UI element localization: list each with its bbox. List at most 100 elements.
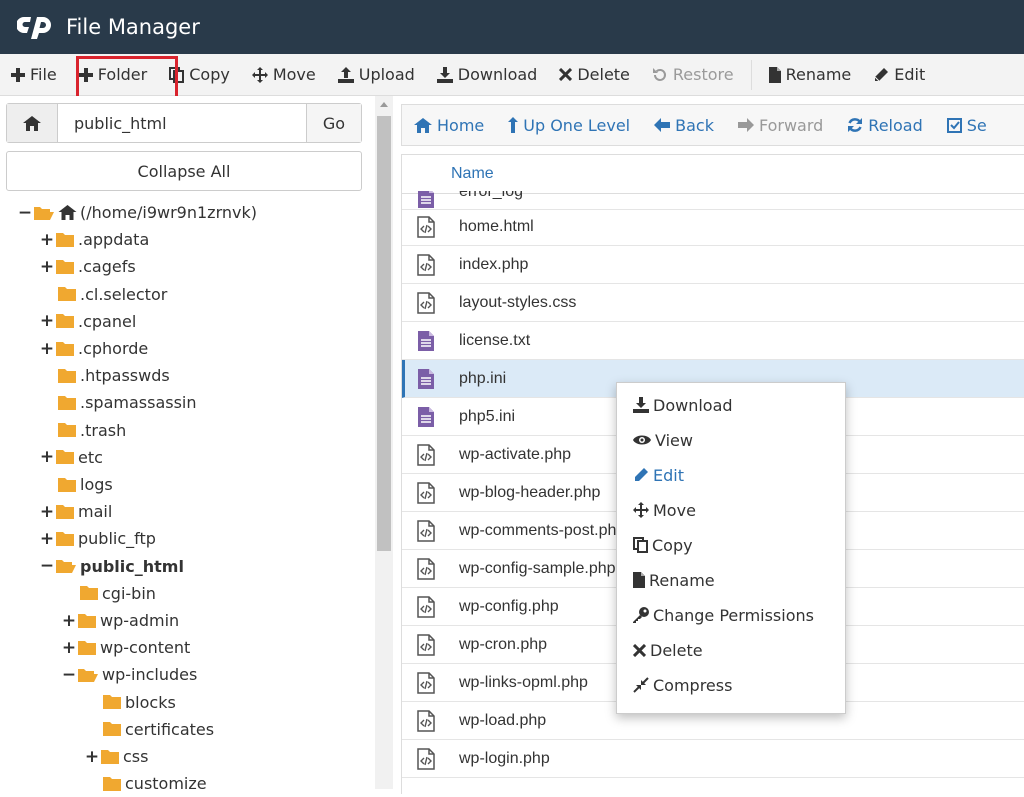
context-change-permissions-item[interactable]: Change Permissions [633, 603, 814, 627]
file-name: license.txt [459, 331, 531, 349]
arrow-up-icon [508, 117, 519, 133]
collapse-icon[interactable]: − [62, 665, 76, 685]
tree-folder[interactable]: − wp-includes [62, 661, 197, 688]
collapse-icon[interactable]: − [40, 556, 54, 576]
collapse-all-button[interactable]: Collapse All [6, 151, 362, 191]
expand-icon[interactable]: + [40, 311, 54, 331]
tree-folder[interactable]: + wp-admin [62, 607, 179, 634]
home-button[interactable]: Home [402, 116, 496, 135]
scroll-up-icon[interactable] [380, 102, 388, 107]
name-column-header[interactable]: Name [402, 154, 1024, 194]
context-download-item[interactable]: Download [633, 393, 733, 417]
tree-folder[interactable]: .trash [40, 417, 126, 444]
tree-folder[interactable]: blocks [85, 689, 176, 716]
expand-icon[interactable]: + [85, 747, 99, 767]
tree-folder-label: .cphorde [78, 339, 149, 358]
delete-button[interactable]: Delete [548, 54, 641, 96]
tree-folder[interactable]: + .appdata [40, 226, 149, 253]
restore-button[interactable]: Restore [641, 54, 745, 96]
forward-button[interactable]: Forward [726, 116, 835, 135]
download-button[interactable]: Download [426, 54, 549, 96]
tree-folder[interactable]: + .cphorde [40, 335, 148, 362]
tree-folder[interactable]: + wp-content [62, 634, 190, 661]
file-row[interactable]: wp-login.php [402, 740, 1024, 778]
toolbar: File Folder Copy Move Upload Download De… [0, 54, 1024, 96]
tree-folder[interactable]: + etc [40, 444, 103, 471]
new-folder-button[interactable]: Folder [68, 54, 158, 96]
copy-button[interactable]: Copy [158, 54, 241, 96]
context-compress-item[interactable]: Compress [633, 673, 732, 697]
edit-label: Edit [894, 65, 926, 84]
context-copy-item[interactable]: Copy [633, 533, 693, 557]
expand-icon[interactable]: + [62, 638, 76, 658]
file-name: index.php [459, 255, 529, 273]
home-label: Home [437, 115, 485, 135]
file-row[interactable]: layout-styles.css [402, 284, 1024, 322]
scrollbar-thumb[interactable] [377, 116, 391, 551]
tree-folder[interactable]: + .cpanel [40, 308, 136, 335]
folder-open-icon [78, 668, 98, 682]
context-view-item[interactable]: View [633, 428, 693, 452]
reload-button[interactable]: Reload [835, 116, 934, 135]
file-name: php5.ini [459, 407, 516, 425]
app-title: File Manager [66, 15, 200, 39]
context-move-item[interactable]: Move [633, 498, 696, 522]
tree-folder[interactable]: certificates [85, 716, 214, 743]
code-file-icon [417, 291, 435, 314]
checkbox-icon [946, 117, 962, 133]
collapse-icon[interactable]: − [18, 203, 32, 223]
tree-folder[interactable]: + .cagefs [40, 253, 136, 280]
tree-folder[interactable]: .cl.selector [40, 281, 167, 308]
context-rename-item[interactable]: Rename [633, 568, 715, 592]
up-one-level-button[interactable]: Up One Level [496, 116, 642, 135]
edit-button[interactable]: Edit [862, 54, 936, 96]
folder-icon [58, 287, 76, 302]
tree-folder-label: etc [78, 447, 103, 467]
select-all-button[interactable]: Se [935, 116, 999, 135]
expand-icon[interactable]: + [40, 447, 54, 467]
context-edit-item[interactable]: Edit [633, 463, 684, 487]
tree-folder[interactable]: + css [85, 743, 149, 770]
expand-icon[interactable]: + [40, 529, 54, 549]
path-home-button[interactable] [7, 104, 58, 142]
tree-folder[interactable]: customize [85, 770, 207, 797]
compress-icon [633, 677, 649, 693]
tree-folder[interactable]: logs [40, 471, 113, 498]
tree-scrollbar[interactable] [375, 96, 393, 789]
tree-folder[interactable]: − public_html [40, 553, 184, 580]
tree-folder[interactable]: − (/home/i9wr9n1zrnvk) [18, 199, 257, 226]
upload-button[interactable]: Upload [327, 54, 426, 96]
tree-folder-label: logs [80, 475, 113, 494]
go-button[interactable]: Go [306, 104, 361, 142]
file-icon [633, 572, 645, 588]
expand-icon[interactable]: + [40, 502, 54, 522]
tree-folder[interactable]: .spamassassin [40, 389, 197, 416]
expand-icon[interactable]: + [40, 257, 54, 277]
tree-folder[interactable]: + public_ftp [40, 525, 156, 552]
file-row[interactable]: index.php [402, 246, 1024, 284]
move-button[interactable]: Move [241, 54, 327, 96]
back-button[interactable]: Back [642, 116, 726, 135]
copy-label: Copy [189, 65, 230, 84]
expand-icon[interactable]: + [62, 611, 76, 631]
folder-open-icon [56, 560, 76, 574]
expand-icon[interactable]: + [40, 339, 54, 359]
new-file-button[interactable]: File [0, 54, 68, 96]
tree-folder[interactable]: .htpasswds [40, 362, 170, 389]
download-icon [436, 66, 453, 83]
code-file-icon [417, 443, 435, 466]
rename-button[interactable]: Rename [758, 54, 863, 96]
tree-folder[interactable]: + mail [40, 498, 112, 525]
tree-folder-label: certificates [125, 719, 215, 739]
select-all-label: Se [966, 115, 987, 135]
context-delete-item[interactable]: Delete [633, 638, 703, 662]
expand-icon[interactable]: + [40, 230, 54, 250]
file-row[interactable]: license.txt [402, 322, 1024, 360]
context-view-label: View [655, 430, 693, 450]
file-row[interactable]: home.html [402, 208, 1024, 246]
code-file-icon [417, 595, 435, 618]
path-input[interactable] [58, 104, 306, 142]
folder-icon [56, 232, 74, 247]
tree-folder[interactable]: cgi-bin [62, 580, 156, 607]
plus-icon [11, 67, 25, 82]
